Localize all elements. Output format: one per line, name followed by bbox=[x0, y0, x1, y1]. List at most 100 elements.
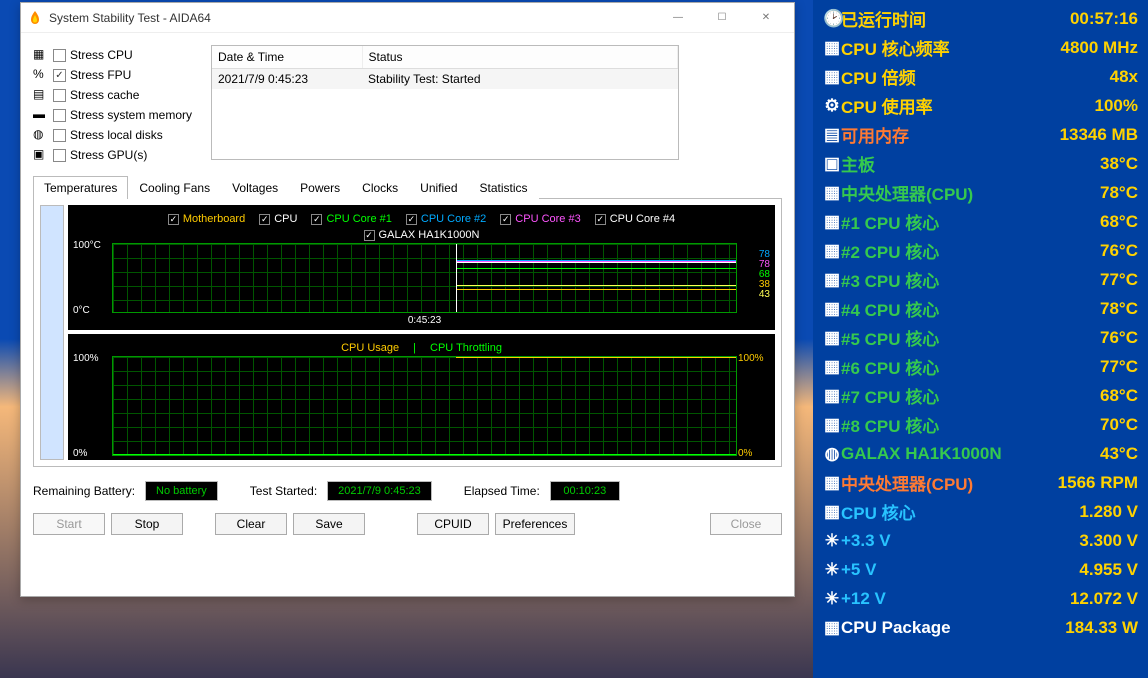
sensor-value: 68°C bbox=[1100, 212, 1138, 232]
usage-y-bot: 0% bbox=[73, 448, 111, 459]
legend-cpu-usage: CPU Usage bbox=[341, 342, 399, 354]
legend-item[interactable]: ✓CPU Core #1 bbox=[311, 213, 391, 225]
sensor-label: CPU 核心频率 bbox=[841, 35, 1061, 60]
legend-item[interactable]: ✓CPU bbox=[259, 213, 297, 225]
sensor-icon: ▦ bbox=[823, 357, 841, 377]
minimize-button[interactable]: — bbox=[656, 4, 700, 32]
stress-option-3[interactable]: ▬ Stress system memory bbox=[33, 105, 203, 125]
sensor-icon: ▦ bbox=[823, 212, 841, 232]
clear-button[interactable]: Clear bbox=[215, 513, 287, 535]
sensor-value: 13346 MB bbox=[1060, 125, 1138, 145]
legend-cpu-throttling: CPU Throttling bbox=[430, 342, 502, 354]
graph-slider[interactable] bbox=[40, 205, 64, 460]
sensor-label: #7 CPU 核心 bbox=[841, 383, 1100, 408]
tab-cooling-fans[interactable]: Cooling Fans bbox=[128, 176, 221, 199]
sensor-value: 70°C bbox=[1100, 415, 1138, 435]
tab-temperatures[interactable]: Temperatures bbox=[33, 176, 128, 199]
tab-statistics[interactable]: Statistics bbox=[469, 176, 539, 199]
legend-item[interactable]: ✓Motherboard bbox=[168, 213, 245, 225]
legend-checkbox[interactable]: ✓ bbox=[364, 230, 375, 241]
temp-reading: 43 bbox=[759, 290, 770, 300]
maximize-button[interactable]: ☐ bbox=[700, 4, 744, 32]
temperature-plot: 100°C 0°C 7878683843 bbox=[112, 243, 737, 313]
legend-checkbox[interactable]: ✓ bbox=[406, 214, 417, 225]
sensor-value: 77°C bbox=[1100, 270, 1138, 290]
temperature-legend: ✓Motherboard ✓CPU ✓CPU Core #1 ✓CPU Core #2… bbox=[72, 211, 771, 227]
status-row: Remaining Battery: No battery Test Start… bbox=[33, 481, 782, 501]
legend-item[interactable]: ✓CPU Core #4 bbox=[595, 213, 675, 225]
app-window: System Stability Test - AIDA64 — ☐ ✕ ▦ S… bbox=[20, 2, 795, 597]
sensor-icon: ▦ bbox=[823, 183, 841, 203]
preferences-button[interactable]: Preferences bbox=[495, 513, 575, 535]
stress-label: Stress local disks bbox=[70, 128, 163, 142]
legend-checkbox[interactable]: ✓ bbox=[168, 214, 179, 225]
sensor-icon: ▦ bbox=[823, 299, 841, 319]
sensor-icon: ▦ bbox=[823, 618, 841, 638]
legend-label: GALAX HA1K1000N bbox=[379, 229, 480, 241]
sensor-label: #4 CPU 核心 bbox=[841, 296, 1100, 321]
checkbox[interactable]: ✓ bbox=[53, 69, 66, 82]
tab-clocks[interactable]: Clocks bbox=[351, 176, 409, 199]
usage-r-bot: 0% bbox=[738, 448, 770, 459]
tab-unified[interactable]: Unified bbox=[409, 176, 468, 199]
legend-checkbox[interactable]: ✓ bbox=[311, 214, 322, 225]
legend-checkbox[interactable]: ✓ bbox=[259, 214, 270, 225]
sensor-row-18: ✳ +3.3 V 3.300 V bbox=[823, 526, 1138, 555]
start-button[interactable]: Start bbox=[33, 513, 105, 535]
legend-item[interactable]: ✓CPU Core #3 bbox=[500, 213, 580, 225]
temperature-legend-2: ✓ GALAX HA1K1000N bbox=[72, 227, 771, 243]
log-status: Stability Test: Started bbox=[362, 69, 678, 90]
sensor-value: 4800 MHz bbox=[1061, 38, 1138, 58]
cpuid-button[interactable]: CPUID bbox=[417, 513, 489, 535]
value-test-started: 2021/7/9 0:45:23 bbox=[327, 481, 432, 501]
sensor-row-2: ▦ CPU 倍频 48x bbox=[823, 62, 1138, 91]
sensor-row-13: ▦ #7 CPU 核心 68°C bbox=[823, 381, 1138, 410]
save-button[interactable]: Save bbox=[293, 513, 365, 535]
tab-powers[interactable]: Powers bbox=[289, 176, 351, 199]
close-button[interactable]: ✕ bbox=[744, 4, 788, 32]
checkbox[interactable] bbox=[53, 129, 66, 142]
stress-option-4[interactable]: ◍ Stress local disks bbox=[33, 125, 203, 145]
sensor-icon: ✳ bbox=[823, 589, 841, 609]
close-app-button[interactable]: Close bbox=[710, 513, 782, 535]
sensor-icon: ▦ bbox=[823, 473, 841, 493]
log-table[interactable]: Date & Time Status 2021/7/9 0:45:23Stabi… bbox=[211, 45, 679, 160]
sensor-value: 00:57:16 bbox=[1070, 9, 1138, 29]
sensor-row-12: ▦ #6 CPU 核心 77°C bbox=[823, 352, 1138, 381]
stress-option-5[interactable]: ▣ Stress GPU(s) bbox=[33, 145, 203, 165]
sensor-icon: ⚙ bbox=[823, 96, 841, 116]
checkbox[interactable] bbox=[53, 49, 66, 62]
checkbox[interactable] bbox=[53, 109, 66, 122]
sensor-row-11: ▦ #5 CPU 核心 76°C bbox=[823, 323, 1138, 352]
legend-checkbox[interactable]: ✓ bbox=[595, 214, 606, 225]
gpu-icon: ▣ bbox=[33, 147, 49, 163]
stop-button[interactable]: Stop bbox=[111, 513, 183, 535]
sensor-label: +12 V bbox=[841, 589, 1070, 609]
checkbox[interactable] bbox=[53, 149, 66, 162]
tab-voltages[interactable]: Voltages bbox=[221, 176, 289, 199]
legend-item[interactable]: ✓CPU Core #2 bbox=[406, 213, 486, 225]
stress-option-2[interactable]: ▤ Stress cache bbox=[33, 85, 203, 105]
log-header-status[interactable]: Status bbox=[362, 46, 678, 69]
fpu-icon: % bbox=[33, 67, 49, 83]
stress-label: Stress system memory bbox=[70, 108, 192, 122]
stress-option-0[interactable]: ▦ Stress CPU bbox=[33, 45, 203, 65]
legend-item[interactable]: ✓ GALAX HA1K1000N bbox=[364, 229, 480, 241]
stress-option-1[interactable]: % ✓ Stress FPU bbox=[33, 65, 203, 85]
sensor-value: 43°C bbox=[1100, 444, 1138, 464]
sensor-row-8: ▦ #2 CPU 核心 76°C bbox=[823, 236, 1138, 265]
legend-checkbox[interactable]: ✓ bbox=[500, 214, 511, 225]
sensor-value: 68°C bbox=[1100, 386, 1138, 406]
temp-y-bot: 0°C bbox=[73, 305, 111, 316]
sensor-value: 38°C bbox=[1100, 154, 1138, 174]
sensor-row-0: 🕑 已运行时间 00:57:16 bbox=[823, 4, 1138, 33]
sensor-row-16: ▦ 中央处理器(CPU) 1566 RPM bbox=[823, 468, 1138, 497]
titlebar[interactable]: System Stability Test - AIDA64 — ☐ ✕ bbox=[21, 3, 794, 33]
sensor-row-17: ▦ CPU 核心 1.280 V bbox=[823, 497, 1138, 526]
sensor-label: 可用内存 bbox=[841, 122, 1060, 147]
log-header-datetime[interactable]: Date & Time bbox=[212, 46, 362, 69]
log-row[interactable]: 2021/7/9 0:45:23Stability Test: Started bbox=[212, 69, 678, 90]
sensor-row-5: ▣ 主板 38°C bbox=[823, 149, 1138, 178]
value-remaining-battery: No battery bbox=[145, 481, 218, 501]
checkbox[interactable] bbox=[53, 89, 66, 102]
